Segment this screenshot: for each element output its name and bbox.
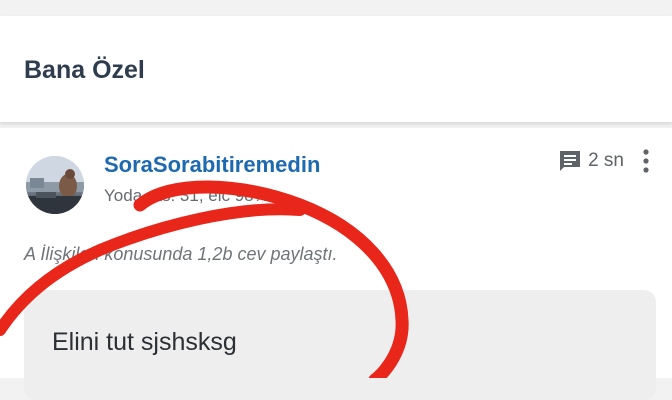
- avatar-image: [26, 156, 84, 214]
- activity-text: A İlişkileri konusunda 1,2b cev paylaştı…: [24, 244, 338, 264]
- answer-preview[interactable]: Elini tut sjshsksg: [24, 290, 656, 400]
- page-title: Bana Özel: [24, 56, 145, 84]
- user-stats: Yoda ras: 31, eic 98%: [104, 186, 269, 205]
- page-header: Bana Özel: [0, 16, 672, 122]
- feed-card[interactable]: SoraSorabitiremedin Yoda ras: 31, eic 98…: [0, 128, 672, 400]
- more-vertical-icon[interactable]: [642, 148, 650, 174]
- username-link[interactable]: SoraSorabitiremedin: [104, 152, 320, 178]
- comment-icon[interactable]: [558, 149, 582, 173]
- post-meta: 2 sn: [558, 148, 650, 174]
- answer-text: Elini tut sjshsksg: [52, 328, 237, 356]
- status-strip: [0, 0, 672, 16]
- avatar[interactable]: [26, 156, 84, 214]
- timestamp: 2 sn: [588, 150, 624, 171]
